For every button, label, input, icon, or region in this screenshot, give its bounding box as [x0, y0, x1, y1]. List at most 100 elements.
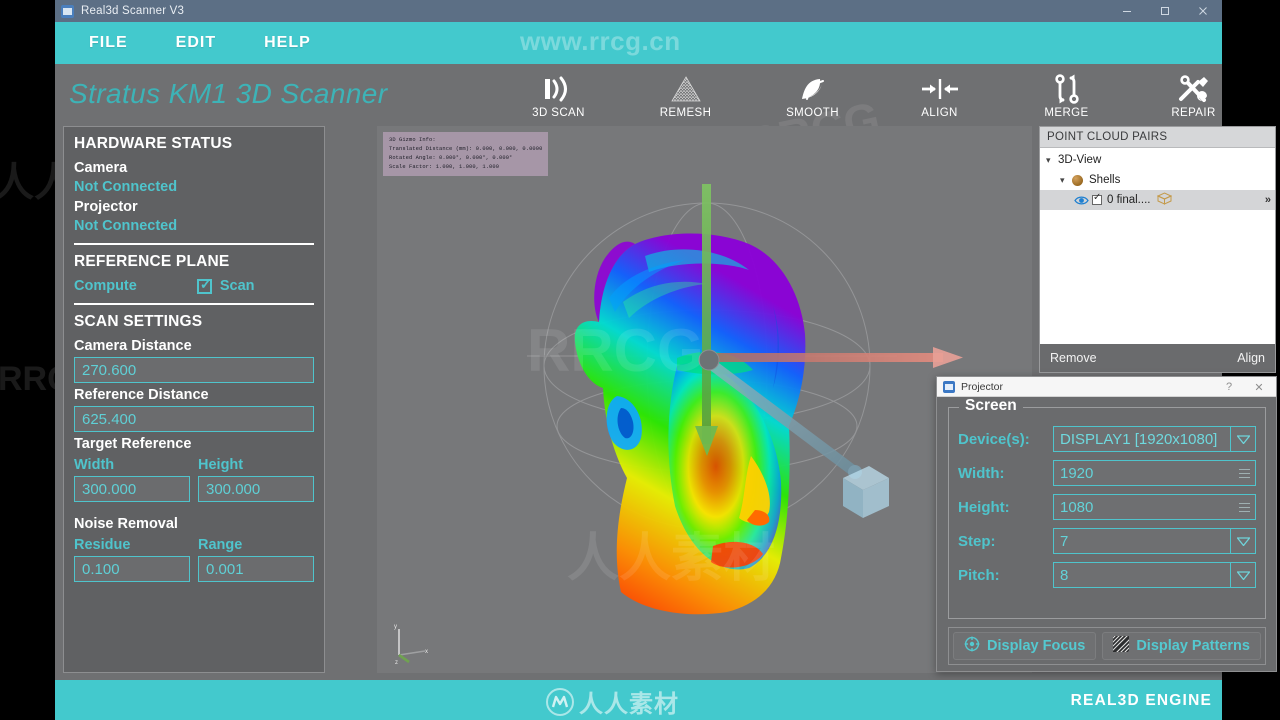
svg-text:y: y	[394, 624, 397, 630]
expand-more-icon[interactable]: »	[1265, 194, 1271, 206]
tree-item-final-shell[interactable]: 0 final.... »	[1040, 190, 1275, 210]
width-input[interactable]: 300.000	[74, 476, 190, 502]
eye-visibility-icon[interactable]	[1074, 195, 1092, 206]
dialog-controls: ? ✕	[1214, 377, 1274, 397]
tool-align[interactable]: ALIGN	[876, 64, 1003, 126]
target-reference-label: Target Reference	[74, 436, 192, 452]
step-label: Step:	[958, 532, 996, 550]
residue-input[interactable]: 0.100	[74, 556, 190, 582]
menu-item-file[interactable]: FILE	[89, 34, 128, 52]
window-title: Real3d Scanner V3	[81, 5, 185, 17]
tree-item-label: 3D-View	[1058, 154, 1102, 166]
merge-loop-icon	[1047, 72, 1087, 106]
chevron-down-icon[interactable]: ▾	[1046, 155, 1058, 166]
window-controls	[1108, 0, 1222, 22]
tool-label: 3D SCAN	[532, 106, 585, 119]
reference-distance-input[interactable]: 625.400	[74, 406, 314, 432]
reference-plane-row: Compute Scan	[74, 277, 314, 295]
point-cloud-tree[interactable]: ▾ 3D-View ▾ Shells ✓ 0 final.... »	[1040, 148, 1275, 344]
help-icon[interactable]: ?	[1214, 377, 1244, 397]
viewport-3d[interactable]: 3D Gizmo Info: Translated Distance (mm):…	[377, 126, 1032, 673]
tree-item-label: Shells	[1089, 174, 1121, 186]
dialog-action-buttons: Display Focus Display Patterns	[948, 627, 1266, 665]
camera-label: Camera	[74, 160, 128, 176]
menu-bar: FILE EDIT HELP www.rrcg.cn	[55, 22, 1222, 64]
tool-merge[interactable]: MERGE	[1003, 64, 1130, 126]
devices-select[interactable]: DISPLAY1 [1920x1080]	[1053, 426, 1256, 452]
chevron-down-icon[interactable]	[1230, 426, 1256, 452]
maximize-icon[interactable]	[1146, 0, 1184, 22]
step-select[interactable]: 7	[1053, 528, 1256, 554]
field-row-devices: Device(s): DISPLAY1 [1920x1080]	[949, 422, 1265, 456]
spinner-arrows-icon[interactable]	[1233, 495, 1255, 519]
display-focus-button[interactable]: Display Focus	[953, 632, 1097, 660]
tool-smooth[interactable]: SMOOTH	[749, 64, 876, 126]
projector-status: Not Connected	[74, 218, 178, 234]
range-input[interactable]: 0.001	[198, 556, 314, 582]
dialog-title: Projector	[961, 380, 1004, 393]
display-patterns-button[interactable]: Display Patterns	[1102, 632, 1261, 660]
tool-label: ALIGN	[921, 106, 958, 119]
dialog-titlebar: Projector ? ✕	[937, 377, 1276, 397]
shell-checkbox[interactable]	[1092, 192, 1102, 205]
close-icon[interactable]	[1184, 0, 1222, 22]
watermark-url: www.rrcg.cn	[520, 26, 681, 56]
spinner-arrows-icon[interactable]	[1233, 461, 1255, 485]
tree-item-label: 0 final....	[1107, 194, 1151, 206]
remove-button[interactable]: Remove	[1050, 351, 1097, 365]
projector-label: Projector	[74, 199, 138, 215]
tool-label: SMOOTH	[786, 106, 839, 119]
chevron-down-icon[interactable]: ▾	[1060, 175, 1072, 186]
height-spinner[interactable]: 1080	[1053, 494, 1256, 520]
height-label: Height:	[958, 498, 1010, 516]
chevron-down-icon[interactable]	[1230, 528, 1256, 554]
projector-icon	[943, 380, 955, 393]
sphere-icon	[1072, 174, 1083, 186]
field-row-pitch: Pitch: 8	[949, 558, 1265, 592]
height-input[interactable]: 300.000	[198, 476, 314, 502]
hardware-status-title: HARDWARE STATUS	[74, 135, 233, 152]
tool-repair[interactable]: REPAIR	[1130, 64, 1257, 126]
target-reference-row: Width 300.000 Height 300.000	[74, 455, 314, 506]
width-label: Width:	[958, 464, 1005, 482]
screen-root: 人人素材 RRCG Real3d Scanner V3 FILE EDIT	[0, 0, 1280, 720]
camera-distance-input[interactable]: 270.600	[74, 357, 314, 383]
screen-group-title: Screen	[959, 397, 1023, 415]
gizmo-info-overlay: 3D Gizmo Info: Translated Distance (mm):…	[383, 132, 549, 176]
tool-remesh[interactable]: REMESH	[622, 64, 749, 126]
width-label: Width	[74, 457, 115, 473]
viewport-canvas[interactable]	[377, 126, 1032, 673]
application-window: Real3d Scanner V3 FILE EDIT HELP www.rrc…	[55, 0, 1277, 720]
camera-distance-label: Camera Distance	[74, 338, 192, 354]
scan-checkbox[interactable]	[196, 277, 212, 294]
tool-3d-scan[interactable]: 3D SCAN	[495, 64, 622, 126]
button-label: Display Patterns	[1136, 638, 1250, 654]
screen-group: Screen Device(s): DISPLAY1 [1920x1080] W…	[948, 397, 1266, 619]
align-button[interactable]: Align	[1237, 351, 1265, 365]
tree-item-3d-view[interactable]: ▾ 3D-View	[1040, 150, 1275, 170]
compute-button[interactable]: Compute	[74, 278, 137, 294]
projector-dialog: Projector ? ✕ Screen Device(s): DISPLAY1…	[936, 376, 1277, 672]
app-brand-title: Stratus KM1 3D Scanner	[69, 78, 388, 109]
divider	[74, 243, 314, 245]
width-spinner[interactable]: 1920	[1053, 460, 1256, 486]
minimize-icon[interactable]	[1108, 0, 1146, 22]
menu-item-edit[interactable]: EDIT	[176, 34, 216, 52]
height-label: Height	[198, 457, 244, 473]
wrench-screwdriver-icon	[1174, 72, 1214, 106]
svg-text:x: x	[425, 649, 428, 655]
menu-item-help[interactable]: HELP	[264, 34, 311, 52]
bounding-box-icon	[1157, 192, 1173, 208]
scan-label[interactable]: Scan	[220, 278, 255, 294]
chevron-down-icon[interactable]	[1230, 562, 1256, 588]
toolbar-buttons: 3D SCAN REMESH SMOOTH ALIGN MERGE REPAIR	[495, 64, 1257, 126]
main-toolbar: Stratus KM1 3D Scanner RRCG 3D SCAN	[55, 64, 1222, 171]
pitch-select[interactable]: 8	[1053, 562, 1256, 588]
pitch-label: Pitch:	[958, 566, 1000, 584]
residue-label: Residue	[74, 537, 131, 553]
tree-item-shells[interactable]: ▾ Shells	[1040, 170, 1275, 190]
tool-label: REPAIR	[1171, 106, 1216, 119]
scan-settings-title: SCAN SETTINGS	[74, 313, 203, 330]
noise-removal-row: Residue 0.100 Range 0.001	[74, 535, 314, 586]
close-icon[interactable]: ✕	[1244, 377, 1274, 397]
